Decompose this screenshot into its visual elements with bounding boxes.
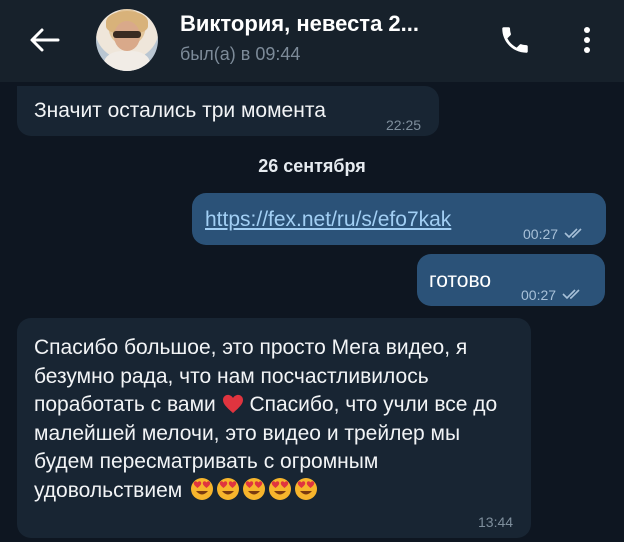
message-time: 00:27: [523, 226, 559, 242]
message-text: готово: [429, 269, 492, 292]
chat-header: Виктория, невеста 2... был(а) в 09:44: [0, 0, 624, 82]
message-incoming[interactable]: Значит остались три момента 22:25: [17, 86, 439, 136]
message-incoming[interactable]: Спасибо большое, это просто Мега видео, …: [17, 318, 531, 538]
last-seen-status: был(а) в 09:44: [180, 44, 301, 64]
contact-name[interactable]: Виктория, невеста 2...: [180, 11, 470, 37]
message-link[interactable]: https://fex.net/ru/s/efo7kak: [205, 207, 451, 233]
heart-eyes-emoji-icon: [295, 477, 318, 500]
double-check-icon: [564, 228, 582, 239]
avatar[interactable]: [96, 9, 158, 71]
message-outgoing[interactable]: https://fex.net/ru/s/efo7kak 00:27: [192, 193, 606, 245]
message-time: 22:25: [386, 117, 422, 133]
double-check-icon: [562, 289, 580, 300]
message-outgoing[interactable]: готово 00:27: [417, 254, 605, 306]
heart-eyes-emoji-icon: [217, 477, 240, 500]
more-vertical-icon[interactable]: [578, 23, 596, 57]
message-time: 00:27: [521, 287, 557, 303]
heart-eyes-emoji-icon: [269, 477, 292, 500]
date-separator: 26 сентября: [258, 156, 366, 176]
message-text: Значит остались три момента: [34, 99, 326, 122]
message-text: Спасибо большое, это просто Мега видео, …: [34, 334, 524, 506]
back-arrow-icon[interactable]: [28, 26, 60, 54]
heart-eyes-emoji-icon: [191, 477, 214, 500]
phone-icon[interactable]: [498, 23, 532, 57]
red-heart-emoji-icon: [222, 395, 243, 414]
heart-eyes-emoji-icon: [243, 477, 266, 500]
message-time: 13:44: [478, 514, 514, 530]
